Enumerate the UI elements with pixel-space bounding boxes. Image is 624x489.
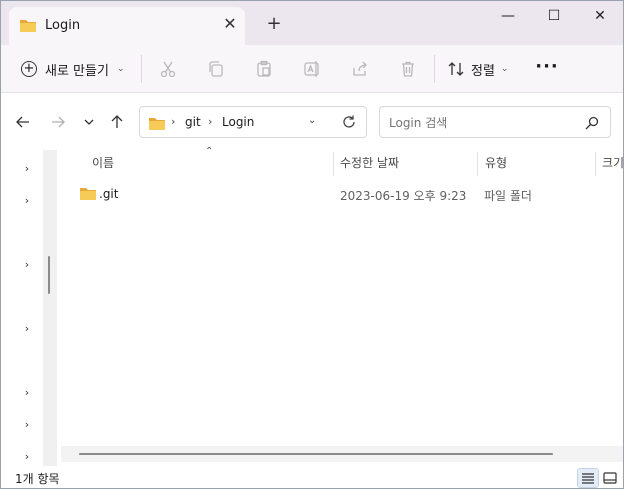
details-view-icon	[582, 473, 594, 484]
rename-icon[interactable]	[300, 57, 324, 81]
navigation-pane: › › › › › › ›	[1, 150, 57, 466]
file-explorer-window: Login ✕ + — ☐ ✕ + 새로 만들기 ⌄ 정렬 ⌄ ··· › gi…	[0, 0, 624, 489]
sort-label: 정렬	[471, 63, 495, 79]
folder-icon	[80, 188, 96, 200]
up-button[interactable]	[105, 110, 129, 134]
new-button[interactable]: + 새로 만들기 ⌄	[15, 55, 130, 83]
divider	[141, 55, 142, 83]
tiles-view-button[interactable]	[599, 468, 621, 488]
more-options-button[interactable]: ···	[535, 57, 559, 81]
arrow-left-icon	[16, 116, 29, 128]
folder-icon	[20, 20, 36, 32]
expand-chevron-icon[interactable]: ›	[20, 194, 34, 208]
expand-chevron-icon[interactable]: ›	[20, 322, 34, 336]
file-row[interactable]: .git 2023-06-19 오후 9:23 파일 폴더	[73, 182, 613, 206]
expand-chevron-icon[interactable]: ›	[20, 258, 34, 272]
chevron-down-icon	[84, 119, 94, 125]
close-button[interactable]: ✕	[577, 1, 623, 33]
breadcrumb-separator: ›	[208, 115, 213, 128]
nav-scrollbar[interactable]	[43, 150, 57, 466]
column-header-type[interactable]: 유형	[485, 150, 507, 176]
back-button[interactable]	[11, 110, 35, 134]
share-icon[interactable]	[348, 57, 372, 81]
delete-icon[interactable]	[396, 57, 420, 81]
column-header-name[interactable]: 이름	[92, 150, 114, 176]
column-divider[interactable]	[595, 152, 596, 176]
address-row: › git › Login ⌄	[1, 94, 623, 150]
expand-chevron-icon[interactable]: ›	[20, 450, 34, 464]
item-count: 1개 항목	[15, 472, 60, 486]
expand-chevron-icon[interactable]: ›	[20, 386, 34, 400]
arrow-up-icon	[111, 115, 123, 128]
cut-icon[interactable]	[156, 57, 180, 81]
horizontal-scrollbar-thumb[interactable]	[79, 453, 553, 455]
chevron-down-icon[interactable]: ⌄	[308, 115, 316, 126]
refresh-icon[interactable]	[340, 113, 358, 131]
tab-title: Login	[45, 18, 81, 33]
breadcrumb-login[interactable]: Login	[222, 115, 254, 129]
maximize-button[interactable]: ☐	[531, 1, 577, 33]
file-list: ⌃ 이름 수정한 날짜 유형 크기 .git 2023-06-19 오후 9:2…	[61, 146, 623, 466]
title-bar: Login ✕ + — ☐ ✕	[1, 1, 623, 45]
search-icon	[585, 116, 599, 130]
horizontal-scrollbar[interactable]	[61, 446, 623, 462]
expand-chevron-icon[interactable]: ›	[20, 418, 34, 432]
tab-login[interactable]: Login ✕	[9, 7, 245, 45]
column-divider[interactable]	[477, 152, 478, 176]
paste-icon[interactable]	[252, 57, 276, 81]
plus-icon: +	[21, 61, 37, 77]
sort-button[interactable]: 정렬 ⌄	[447, 57, 508, 81]
folder-icon	[149, 118, 165, 130]
status-bar: 1개 항목	[1, 466, 623, 488]
arrow-right-icon	[52, 116, 65, 128]
file-modified: 2023-06-19 오후 9:23	[340, 189, 467, 203]
new-tab-button[interactable]: +	[263, 13, 285, 35]
nav-scrollbar-thumb[interactable]	[48, 256, 50, 294]
sort-icon	[448, 62, 464, 76]
tiles-view-icon	[603, 472, 617, 484]
column-header-modified[interactable]: 수정한 날짜	[340, 150, 399, 176]
new-button-label: 새로 만들기	[45, 63, 109, 79]
file-name: .git	[99, 187, 119, 201]
breadcrumb-separator: ›	[171, 115, 176, 128]
copy-icon[interactable]	[204, 57, 228, 81]
minimize-button[interactable]: —	[485, 1, 531, 33]
details-view-button[interactable]	[577, 468, 599, 488]
breadcrumb-git[interactable]: git	[185, 115, 201, 129]
column-divider[interactable]	[333, 152, 334, 176]
search-box[interactable]	[379, 106, 611, 138]
forward-button[interactable]	[46, 110, 70, 134]
address-bar[interactable]: › git › Login ⌄	[139, 106, 367, 138]
chevron-down-icon: ⌄	[500, 64, 509, 74]
search-input[interactable]	[389, 114, 569, 132]
recent-locations-button[interactable]	[77, 110, 101, 134]
file-type: 파일 폴더	[484, 189, 532, 203]
expand-chevron-icon[interactable]: ›	[20, 162, 34, 176]
tab-close-icon[interactable]: ✕	[219, 13, 241, 35]
chevron-down-icon: ⌄	[116, 64, 125, 74]
command-bar: + 새로 만들기 ⌄ 정렬 ⌄ ···	[1, 45, 623, 93]
sort-ascending-icon: ⌃	[205, 146, 214, 157]
column-header-size[interactable]: 크기	[602, 150, 623, 176]
divider	[434, 55, 435, 83]
